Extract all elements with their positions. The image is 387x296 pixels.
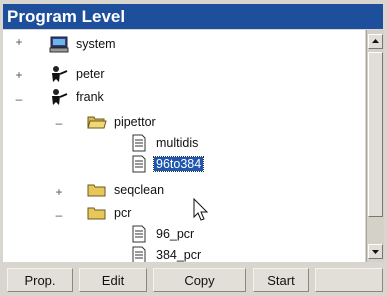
tree-node-pipettor[interactable]: pipettor bbox=[87, 112, 158, 132]
tree-node-system[interactable]: system bbox=[49, 34, 118, 54]
collapse-toggle[interactable]: – bbox=[53, 208, 65, 222]
arrow-down-icon bbox=[372, 250, 379, 254]
edit-button[interactable]: Edit bbox=[79, 268, 147, 292]
folder-icon bbox=[87, 181, 107, 199]
collapse-toggle[interactable]: – bbox=[53, 116, 65, 130]
expand-toggle[interactable]: + bbox=[13, 35, 25, 49]
vertical-scrollbar[interactable] bbox=[366, 30, 384, 262]
computer-icon bbox=[49, 35, 69, 53]
tree-node-label: seqclean bbox=[114, 183, 165, 197]
blank-button[interactable] bbox=[315, 268, 383, 292]
file-icon bbox=[129, 225, 149, 243]
tree-node-label: peter bbox=[76, 67, 105, 81]
program-level-window: Program Level + system + peter – frank –… bbox=[0, 0, 387, 296]
tree-node-label: system bbox=[76, 37, 116, 51]
tree-node-label: multidis bbox=[156, 136, 199, 150]
scroll-down-button[interactable] bbox=[368, 244, 383, 259]
prop-button[interactable]: Prop. bbox=[7, 268, 73, 292]
tree-node-384-pcr[interactable]: 384_pcr bbox=[129, 245, 203, 262]
tree-node-seqclean[interactable]: seqclean bbox=[87, 180, 166, 200]
tree-node-label: frank bbox=[76, 90, 104, 104]
mouse-cursor-icon bbox=[193, 198, 209, 221]
scroll-thumb[interactable] bbox=[368, 52, 383, 217]
file-icon bbox=[129, 246, 149, 262]
expand-toggle[interactable]: + bbox=[13, 68, 25, 82]
tree-node-label: 384_pcr bbox=[156, 248, 202, 262]
tree-node-96to384[interactable]: 96to384 bbox=[129, 154, 205, 174]
collapse-toggle[interactable]: – bbox=[13, 92, 25, 106]
tree-node-label: pipettor bbox=[114, 115, 156, 129]
tree-node-multidis[interactable]: multidis bbox=[129, 133, 200, 153]
open-folder-icon bbox=[87, 113, 107, 131]
tree-node-pcr[interactable]: pcr bbox=[87, 203, 133, 223]
file-icon bbox=[129, 134, 149, 152]
window-title: Program Level bbox=[3, 4, 383, 29]
tree-node-96-pcr[interactable]: 96_pcr bbox=[129, 224, 196, 244]
tree-node-peter[interactable]: peter bbox=[49, 64, 107, 84]
start-button[interactable]: Start bbox=[253, 268, 309, 292]
file-icon bbox=[129, 155, 149, 173]
user-icon bbox=[49, 88, 69, 106]
scroll-up-button[interactable] bbox=[368, 34, 383, 49]
tree-node-label: 96_pcr bbox=[156, 227, 195, 241]
tree-node-frank[interactable]: frank bbox=[49, 87, 106, 107]
expand-toggle[interactable]: + bbox=[53, 185, 65, 199]
copy-button[interactable]: Copy bbox=[153, 268, 246, 292]
program-tree[interactable]: + system + peter – frank – pipettor mult… bbox=[3, 30, 365, 262]
tree-node-label: pcr bbox=[114, 206, 132, 220]
user-icon bbox=[49, 65, 69, 83]
folder-icon bbox=[87, 204, 107, 222]
button-bar: Prop. Edit Copy Start bbox=[3, 268, 383, 292]
arrow-up-icon bbox=[372, 39, 379, 43]
tree-node-label: 96to384 bbox=[152, 156, 205, 172]
